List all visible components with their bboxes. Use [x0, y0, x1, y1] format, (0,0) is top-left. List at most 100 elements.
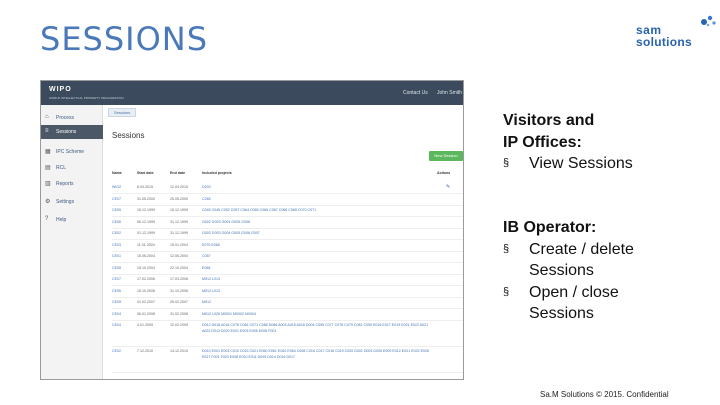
row-divider: [112, 372, 463, 373]
help-icon: ?: [45, 216, 49, 222]
row-divider: [112, 204, 463, 206]
visitors-bullet: § View Sessions: [503, 155, 633, 172]
session-start-date: 4.01.2009: [137, 323, 153, 327]
contact-us-link[interactable]: Contact Us: [403, 90, 428, 96]
footer-copyright: Sa.M Solutions © 2015. Confidential: [540, 390, 669, 399]
session-name-link[interactable]: CE04: [112, 312, 121, 316]
session-end-date: 25.05.2000: [170, 196, 188, 201]
session-start-date: 15.10.2004: [137, 265, 155, 270]
session-start-date: 06.01.2008: [137, 311, 155, 316]
col-header-start-date[interactable]: Start date: [137, 171, 154, 175]
session-name-link[interactable]: CE06: [112, 289, 121, 293]
session-start-date: 01.02.2007: [137, 300, 155, 304]
session-name-link[interactable]: WIO2: [112, 185, 121, 189]
col-header-actions: Actions: [437, 171, 451, 175]
session-name-link[interactable]: CE05: [112, 300, 121, 304]
session-end-date: 31.12.1999: [170, 231, 188, 235]
app-screenshot: WIPO WORLD INTELLECTUAL PROPERTY ORGANIZ…: [40, 80, 464, 380]
visitors-heading-1: Visitors and: [503, 112, 595, 129]
session-projects[interactable]: M512 L013: [202, 289, 220, 293]
grid-icon: ▦: [45, 149, 51, 155]
col-header-name[interactable]: Name: [112, 171, 122, 175]
session-name-link[interactable]: CE04: [112, 323, 121, 327]
row-divider: [112, 239, 463, 240]
slide-title: SESSIONS: [40, 20, 209, 58]
session-start-date: 11.01.2004: [137, 242, 155, 247]
session-projects[interactable]: E070 E065: [202, 243, 220, 247]
doc-icon: ▤: [45, 165, 51, 171]
session-name-link[interactable]: CE03: [112, 243, 121, 247]
operator-block: IB Operator: § Create / delete Sessions §…: [503, 217, 673, 325]
row-divider: [112, 227, 463, 229]
session-name-link[interactable]: CE08: [112, 266, 121, 270]
home-icon: ⌂: [45, 114, 49, 120]
session-start-date: 01.12.1999: [137, 231, 155, 235]
sidebar-item-settings[interactable]: ⚙ Settings: [41, 195, 103, 209]
row-divider: [112, 346, 463, 347]
session-end-date: 31.02.2008: [170, 311, 188, 316]
session-start-date: 15.06.2004: [137, 254, 155, 258]
session-name-link[interactable]: CE06: [112, 220, 121, 224]
session-end-date: 15.12.1999: [170, 208, 188, 212]
session-projects[interactable]: G002 G003 G004 G005 G006: [202, 220, 250, 224]
logo-dots-icon: [701, 15, 716, 27]
session-projects[interactable]: D203: [202, 185, 211, 189]
session-end-date: 17.03.2006: [170, 277, 188, 281]
visitors-block: Visitors and IP Offices: § View Sessions: [503, 110, 633, 175]
row-divider: [112, 296, 463, 298]
session-name-link[interactable]: CE02: [112, 231, 121, 235]
sam-solutions-logo: sam solutions: [636, 14, 716, 50]
session-projects[interactable]: M512 L013: [202, 277, 220, 281]
session-name-link[interactable]: CE01: [112, 254, 121, 258]
app-header: WIPO WORLD INTELLECTUAL PROPERTY ORGANIZ…: [41, 81, 463, 105]
sidebar-item-sessions[interactable]: ≡ Sessions: [41, 125, 103, 139]
session-projects[interactable]: C057: [202, 254, 211, 258]
row-divider: [112, 250, 463, 252]
session-projects[interactable]: C265: [202, 197, 211, 201]
session-start-date: 31.05.2000: [137, 196, 155, 201]
breadcrumb[interactable]: Sessions: [108, 108, 137, 117]
session-end-date: 22.10.2004: [170, 265, 188, 270]
col-header-end-date[interactable]: End date: [170, 171, 185, 175]
session-start-date: 7.12.2010: [137, 349, 153, 353]
session-projects[interactable]: C045 C046 C052 C057 C064 C065 C066 C067 …: [202, 208, 316, 212]
session-name-link[interactable]: CE07: [112, 197, 121, 201]
session-projects[interactable]: M512: [202, 300, 211, 304]
session-name-link[interactable]: CE05: [112, 208, 121, 212]
session-projects[interactable]: G002 G003 G004 G005 G006 G007: [202, 231, 260, 235]
session-end-date: 31.12.1999: [170, 219, 188, 224]
row-divider: [112, 262, 463, 263]
session-projects[interactable]: D010 E001 E003 C010 C015 C021 E060 E061 …: [202, 349, 430, 360]
session-end-date: 14.12.2010: [170, 349, 188, 353]
sidebar-item-process[interactable]: ⌂ Process: [41, 111, 103, 125]
gear-icon: ⚙: [45, 199, 51, 205]
sidebar-item-ipc-scheme[interactable]: ▦ IPC Scheme: [41, 145, 103, 159]
operator-bullet-1: § Create / delete Sessions: [503, 240, 634, 280]
sidebar-item-rcl[interactable]: ▤ RCL: [41, 161, 103, 175]
list-icon: ≡: [45, 128, 49, 134]
sidebar-item-reports[interactable]: ▥ Reports: [41, 177, 103, 191]
app-logo: WIPO: [49, 86, 72, 93]
user-menu[interactable]: John Smith: [437, 90, 462, 96]
row-divider: [112, 285, 463, 286]
session-start-date: 15.12.1999: [137, 208, 155, 212]
session-name-link[interactable]: CE07: [112, 277, 121, 281]
session-projects[interactable]: D012 D018 A018 C076 C081 C071 C086 D066 …: [202, 323, 430, 334]
sidebar-item-help[interactable]: ? Help: [41, 213, 103, 227]
edit-session-icon[interactable]: ✎: [446, 184, 450, 190]
session-projects[interactable]: E068: [202, 266, 210, 270]
row-divider: [112, 308, 463, 309]
new-session-button[interactable]: New Session: [429, 151, 463, 161]
visitors-heading-2: IP Offices:: [503, 133, 582, 151]
session-end-date: 12.06.2004: [170, 254, 188, 258]
session-end-date: 25.02.2007: [170, 300, 188, 304]
session-end-date: 12.04.2015: [170, 185, 188, 189]
app-org-name: WORLD INTELLECTUAL PROPERTY ORGANIZATION: [49, 96, 124, 100]
session-start-date: 15.10.2006: [137, 288, 155, 293]
session-end-date: 15.01.2004: [170, 242, 188, 247]
col-header-projects[interactable]: Included projects: [202, 171, 232, 175]
row-divider: [112, 216, 463, 217]
session-start-date: 06.12.1999: [137, 219, 155, 224]
session-name-link[interactable]: CE02: [112, 349, 121, 353]
session-projects[interactable]: M512 L026 M0001 M0002 M0004: [202, 312, 256, 316]
